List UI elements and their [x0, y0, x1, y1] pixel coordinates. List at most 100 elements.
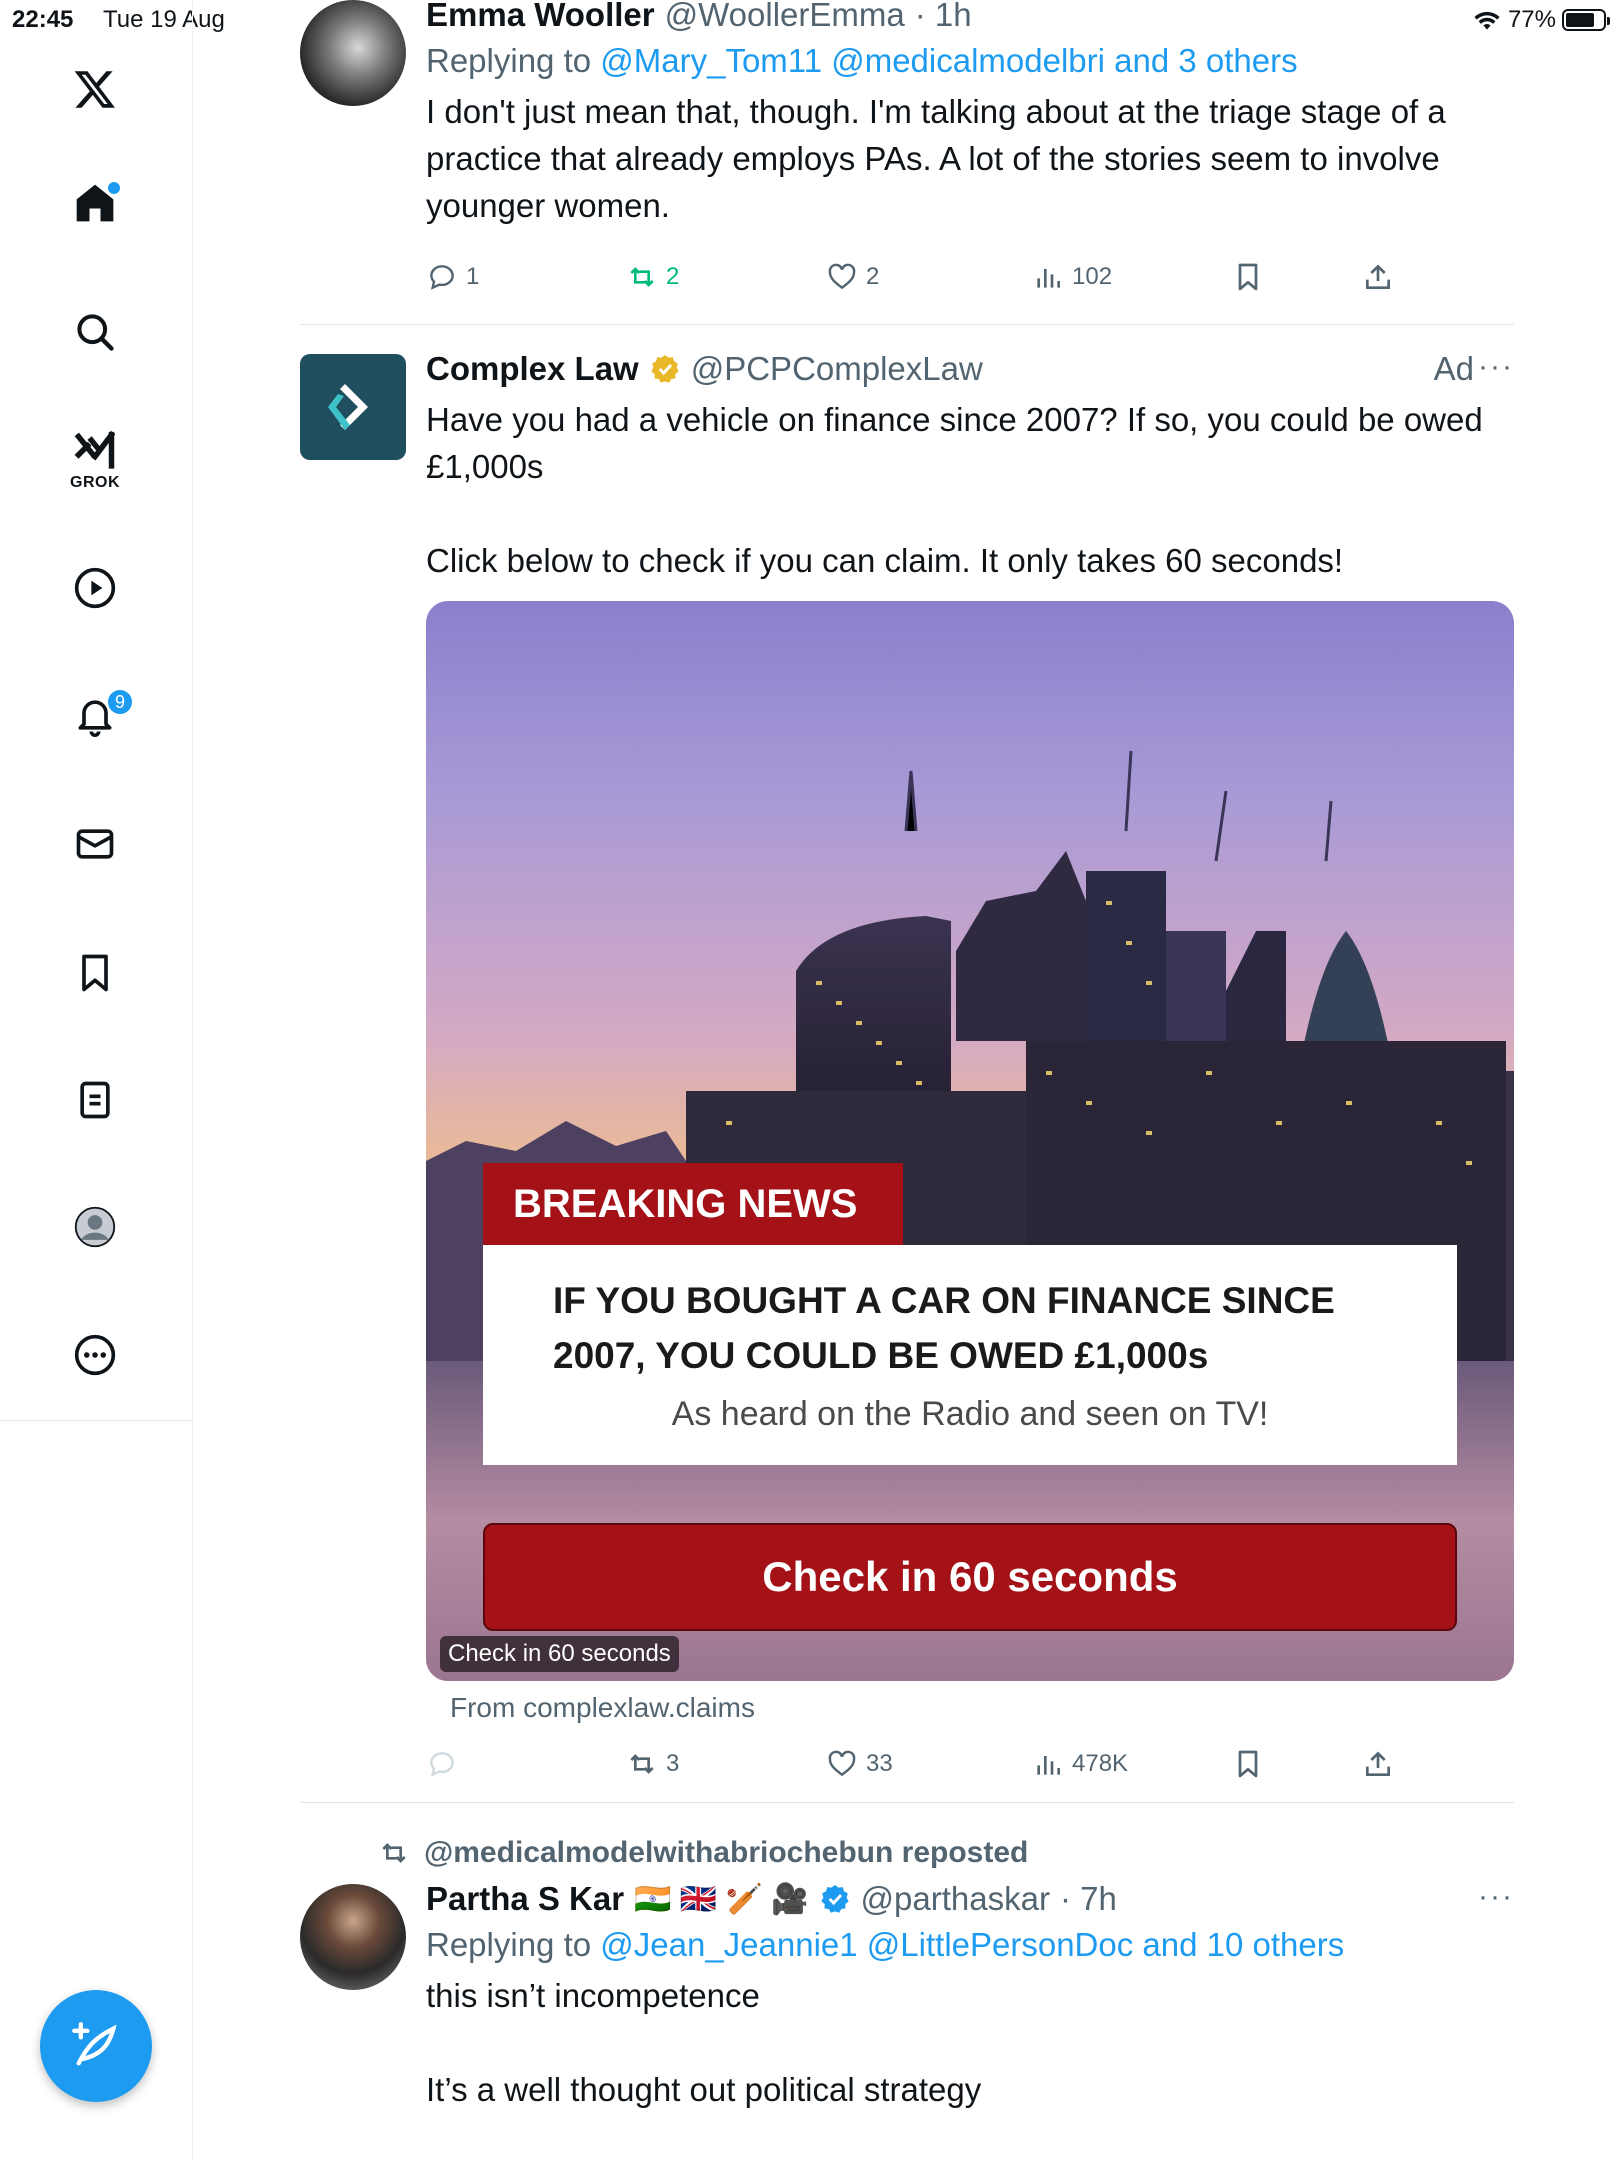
sidebar: GROK 9 [0, 0, 193, 2160]
author-name[interactable]: Partha S Kar [426, 1880, 624, 1918]
author-handle[interactable]: @parthaskar [861, 1880, 1050, 1918]
ad-cta-button[interactable]: Check in 60 seconds [483, 1523, 1457, 1631]
avatar[interactable] [300, 1884, 406, 1990]
ad-image[interactable]: BREAKING NEWS IF YOU BOUGHT A CAR ON FIN… [426, 601, 1514, 1681]
author-name[interactable]: Emma Wooller [426, 0, 655, 34]
ad-subhead: As heard on the Radio and seen on TV! [671, 1395, 1269, 1433]
views-button[interactable]: 102 [1032, 261, 1112, 293]
analytics-icon [1037, 1756, 1060, 1775]
repost-icon [630, 1754, 654, 1774]
repost-by[interactable]: @medicalmodelwithabriochebun reposted [424, 1836, 1028, 1870]
ad-cta-chip[interactable]: Check in 60 seconds [440, 1636, 679, 1672]
view-count: 102 [1072, 263, 1113, 290]
reply-button[interactable]: 1 [426, 261, 479, 293]
sidebar-divider [0, 1420, 192, 1421]
replying-links[interactable]: @Jean_Jeannie1 @LittlePersonDoc and 10 o… [600, 1926, 1344, 1963]
mail-icon[interactable] [70, 819, 120, 869]
ad-source[interactable]: From complexlaw.claims [450, 1692, 755, 1724]
share-button[interactable] [1362, 1748, 1394, 1780]
author-name[interactable]: Complex Law [426, 350, 639, 388]
tweet-header: Partha S Kar 🇮🇳 🇬🇧 🏏 🎥 @parthaskar · 7h [426, 1880, 1514, 1918]
replying-to: Replying to @Jean_Jeannie1 @LittlePerson… [426, 1926, 1514, 1964]
more-options-icon[interactable]: ··· [1478, 1880, 1514, 1914]
advertiser-logo[interactable] [300, 354, 406, 460]
compose-icon [72, 2022, 117, 2066]
analytics-icon [1037, 269, 1060, 288]
repost-count: 3 [666, 1750, 680, 1777]
bookmark-button[interactable] [1232, 261, 1264, 293]
headline-box: IF YOU BOUGHT A CAR ON FINANCE SINCE 200… [483, 1245, 1457, 1465]
tweet-text-line2: Click below to check if you can claim. I… [426, 542, 1344, 579]
avatar[interactable] [300, 0, 406, 106]
author-handle[interactable]: @WoollerEmma [665, 0, 905, 34]
x-logo-icon[interactable] [70, 64, 120, 114]
like-count: 2 [866, 263, 880, 290]
grok-label: GROK [70, 474, 120, 491]
city-skyline-image [426, 750, 1514, 1681]
like-button[interactable]: 2 [826, 261, 879, 293]
search-icon[interactable] [70, 307, 120, 357]
bookmark-icon[interactable] [70, 948, 120, 998]
replying-prefix: Replying to [426, 42, 601, 79]
view-count: 478K [1072, 1750, 1129, 1777]
notification-badge: 9 [106, 688, 134, 716]
verified-blue-icon [820, 1885, 849, 1913]
author-handle[interactable]: @PCPComplexLaw [691, 350, 983, 388]
repost-button[interactable]: 3 [626, 1748, 679, 1780]
tweet-header: Emma Wooller @WoollerEmma · 1h [426, 0, 1514, 34]
tweet-text-line2: It’s a well thought out political strate… [426, 2071, 982, 2108]
tweet-time: · 1h [914, 0, 972, 33]
ad-headline: IF YOU BOUGHT A CAR ON FINANCE SINCE 200… [553, 1280, 1335, 1376]
repost-button[interactable]: 2 [626, 261, 679, 293]
repost-count: 2 [666, 263, 680, 290]
tweet-header: Complex Law @PCPComplexLaw [426, 350, 1514, 388]
more-options-icon[interactable]: ··· [1478, 350, 1514, 384]
home-notification-dot [108, 182, 120, 194]
ad-label: Ad [1433, 350, 1474, 387]
verified-gold-icon [651, 355, 679, 383]
document-icon[interactable] [70, 1075, 120, 1125]
bell-icon[interactable]: 9 [70, 688, 134, 740]
views-button[interactable]: 478K [1032, 1748, 1128, 1780]
tweet-actions: 1 2 2 102 [426, 257, 1426, 297]
battery-percent: 77% [1507, 6, 1556, 33]
grok-icon[interactable]: GROK [70, 428, 120, 491]
tweet-divider [300, 324, 1514, 325]
like-count: 33 [866, 1750, 893, 1777]
tweet-text: I don't just mean that, though. I'm talk… [426, 93, 1446, 224]
tweet-time: · 7h [1059, 1880, 1117, 1917]
heart-icon [828, 263, 856, 290]
timeline: Emma Wooller @WoollerEmma · 1h Replying … [300, 0, 1514, 2160]
reply-count: 1 [466, 263, 480, 290]
tweet-text-line1: this isn’t incompetence [426, 1977, 760, 2014]
bookmark-icon [1238, 263, 1258, 291]
breaking-news-banner: BREAKING NEWS [483, 1163, 903, 1245]
repost-icon [382, 1843, 406, 1863]
more-circle-icon[interactable] [70, 1330, 120, 1380]
battery-icon [1562, 9, 1610, 31]
tweet-divider [300, 1802, 1514, 1803]
reply-icon [430, 265, 454, 290]
tweet-actions: 3 33 478K [426, 1744, 1426, 1784]
replying-to: Replying to @Mary_Tom11 @medicalmodelbri… [426, 42, 1514, 80]
bookmark-icon [1238, 1750, 1258, 1778]
tweet-text-line1: Have you had a vehicle on finance since … [426, 401, 1483, 485]
reply-icon [430, 1752, 454, 1777]
reply-button[interactable] [426, 1748, 458, 1780]
like-button[interactable]: 33 [826, 1748, 893, 1780]
profile-icon[interactable] [70, 1202, 120, 1252]
replying-links[interactable]: @Mary_Tom11 @medicalmodelbri and 3 other… [600, 42, 1297, 79]
bookmark-button[interactable] [1232, 1748, 1264, 1780]
compose-button[interactable] [40, 1990, 152, 2102]
play-icon[interactable] [70, 563, 120, 613]
share-button[interactable] [1362, 261, 1394, 293]
replying-prefix: Replying to [426, 1926, 601, 1963]
repost-context: @medicalmodelwithabriochebun reposted [378, 1836, 1028, 1870]
repost-icon [630, 267, 654, 287]
home-icon[interactable] [70, 178, 120, 228]
name-emojis: 🇮🇳 🇬🇧 🏏 🎥 [634, 1882, 809, 1916]
complexlaw-logo-icon [328, 384, 368, 430]
share-icon [1366, 1751, 1390, 1776]
heart-icon [828, 1750, 856, 1777]
share-icon [1366, 264, 1390, 289]
